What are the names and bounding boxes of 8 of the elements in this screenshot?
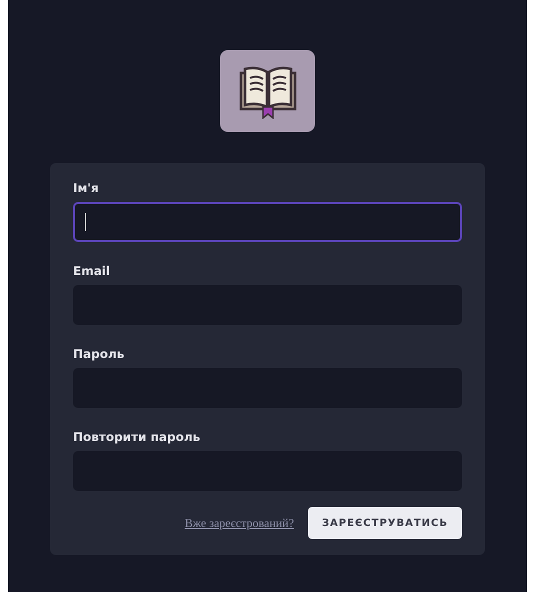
field-label: Email (73, 264, 110, 278)
input-field[interactable] (73, 202, 462, 242)
field-label: Повторити пароль (73, 430, 200, 444)
book-logo-icon (220, 50, 315, 132)
register-button[interactable]: ЗАРЕЄСТРУВАТИСЬ (308, 507, 462, 539)
field-label: Пароль (73, 347, 124, 361)
login-link[interactable]: Вже зареєстрований? (184, 516, 294, 530)
field-label: Ім'я (73, 181, 99, 195)
